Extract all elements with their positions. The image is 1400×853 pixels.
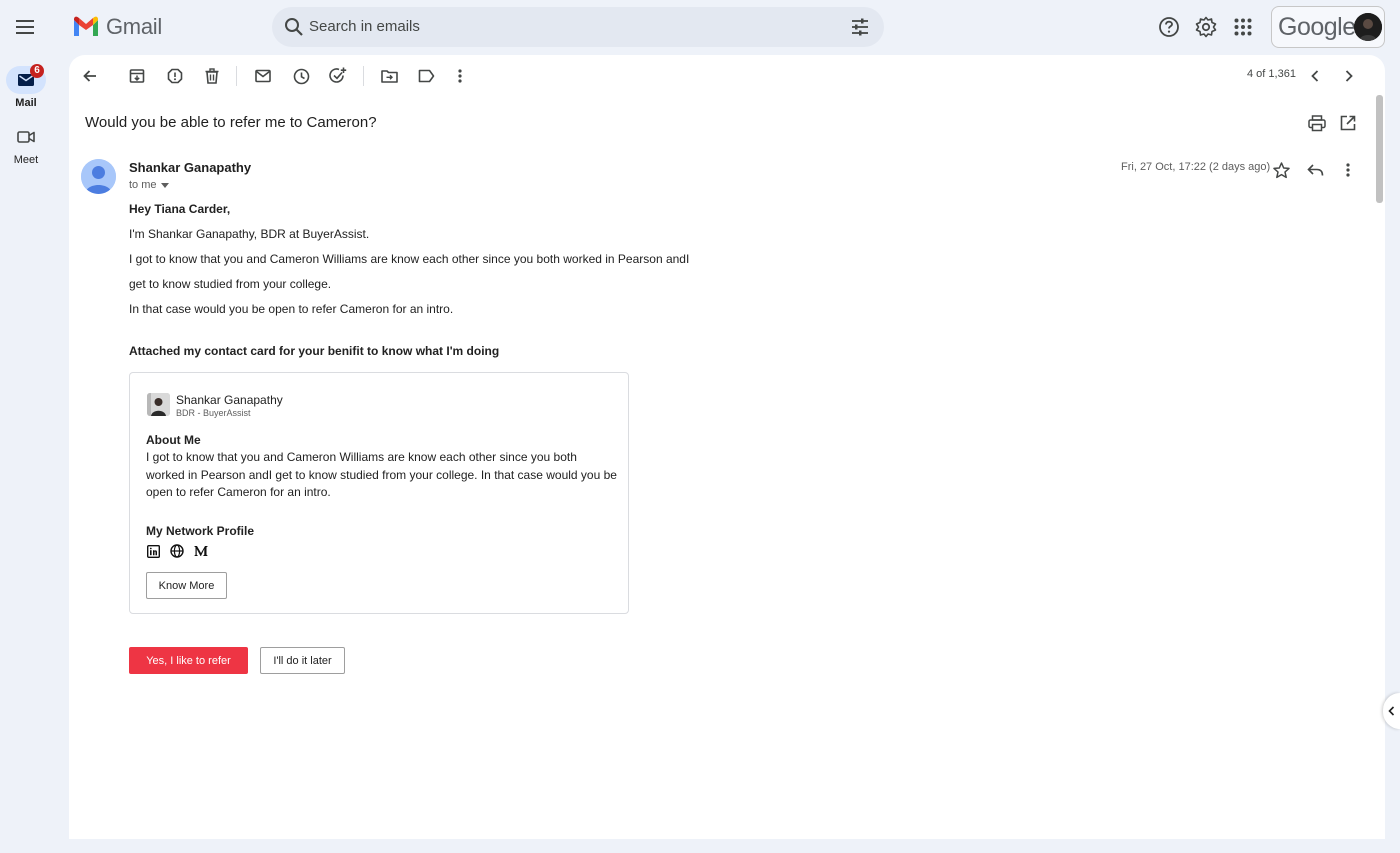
recipient-label: to me: [129, 179, 157, 191]
sender-avatar[interactable]: [81, 159, 116, 194]
linkedin-icon[interactable]: [146, 544, 160, 558]
video-camera-icon: [17, 131, 35, 143]
delete-icon[interactable]: [200, 64, 224, 88]
network-heading: My Network Profile: [146, 524, 255, 538]
more-vert-icon[interactable]: [448, 64, 472, 88]
message-more-icon[interactable]: [1337, 159, 1359, 181]
help-icon[interactable]: [1157, 15, 1181, 39]
side-panel-toggle[interactable]: [1383, 693, 1400, 729]
about-heading: About Me: [146, 433, 201, 447]
pagination-count: 4 of 1,361: [1247, 68, 1296, 80]
email-body-line: In that case would you be open to refer …: [129, 302, 454, 316]
sender-name[interactable]: Shankar Ganapathy: [129, 160, 251, 175]
contact-card-name: Shankar Ganapathy: [176, 393, 283, 407]
email-greeting: Hey Tiana Carder,: [129, 202, 231, 216]
email-body-line: I got to know that you and Cameron Willi…: [129, 252, 690, 266]
open-new-window-icon[interactable]: [1340, 115, 1360, 135]
archive-icon[interactable]: [125, 64, 149, 88]
snooze-icon[interactable]: [289, 64, 313, 88]
app-name: Gmail: [106, 14, 162, 39]
print-icon[interactable]: [1308, 115, 1328, 135]
reply-icon[interactable]: [1304, 159, 1326, 181]
rail-meet[interactable]: Meet: [0, 124, 52, 166]
rail-meet-label: Meet: [13, 154, 39, 166]
star-icon[interactable]: [1270, 159, 1292, 181]
mail-pill[interactable]: 6: [6, 64, 46, 94]
rail-mail-label: Mail: [15, 97, 37, 109]
apps-grid-icon[interactable]: [1231, 15, 1255, 39]
medium-icon[interactable]: [194, 544, 208, 558]
top-bar: Gmail Search in emails Google: [0, 0, 1400, 54]
back-arrow-icon[interactable]: [78, 64, 102, 88]
search-options-icon[interactable]: [850, 17, 870, 37]
gmail-m-icon: [74, 16, 98, 36]
email-body-line: get to know studied from your college.: [129, 277, 332, 291]
move-to-folder-icon[interactable]: [377, 64, 401, 88]
label-icon[interactable]: [414, 64, 438, 88]
recipient-details[interactable]: to me: [129, 179, 169, 191]
email-date: Fri, 27 Oct, 17:22 (2 days ago): [1121, 161, 1271, 173]
unread-badge: 6: [30, 64, 44, 78]
toolbar-divider: [363, 66, 364, 86]
email-subject: Would you be able to refer me to Cameron…: [85, 114, 377, 131]
search-bar[interactable]: Search in emails: [272, 7, 884, 47]
meet-pill[interactable]: [6, 124, 46, 150]
search-icon[interactable]: [284, 17, 304, 37]
google-brand: Google: [1278, 13, 1356, 41]
scrollbar-thumb[interactable]: [1376, 95, 1383, 203]
mark-unread-icon[interactable]: [251, 64, 275, 88]
attachment-note: Attached my contact card for your benifi…: [129, 344, 500, 358]
newer-chevron-icon[interactable]: [1303, 64, 1327, 88]
account-switcher[interactable]: Google: [1271, 6, 1385, 48]
toolbar-divider: [236, 66, 237, 86]
email-body-line: I'm Shankar Ganapathy, BDR at BuyerAssis…: [129, 227, 370, 241]
rail-mail[interactable]: 6 Mail: [0, 64, 52, 109]
network-links: [146, 544, 208, 558]
about-text: I got to know that you and Cameron Willi…: [146, 450, 617, 499]
add-task-icon[interactable]: [326, 64, 350, 88]
report-spam-icon[interactable]: [163, 64, 187, 88]
contact-card-avatar: [147, 393, 170, 416]
know-more-button[interactable]: Know More: [146, 572, 227, 599]
settings-gear-icon[interactable]: [1194, 15, 1218, 39]
contact-card: Shankar Ganapathy BDR - BuyerAssist Abou…: [129, 372, 629, 614]
gmail-logo[interactable]: Gmail: [72, 14, 162, 40]
main-menu-icon[interactable]: [10, 11, 42, 43]
do-it-later-button[interactable]: I'll do it later: [260, 647, 345, 674]
message-view: 4 of 1,361 Would you be able to refer me…: [69, 55, 1385, 839]
yes-refer-button[interactable]: Yes, I like to refer: [129, 647, 248, 674]
caret-down-icon[interactable]: [160, 182, 169, 188]
search-input[interactable]: Search in emails: [309, 18, 420, 35]
account-avatar[interactable]: [1354, 13, 1382, 41]
globe-icon[interactable]: [170, 544, 184, 558]
older-chevron-icon[interactable]: [1337, 64, 1361, 88]
contact-card-role: BDR - BuyerAssist: [176, 408, 251, 418]
chevron-left-icon: [1388, 706, 1395, 716]
